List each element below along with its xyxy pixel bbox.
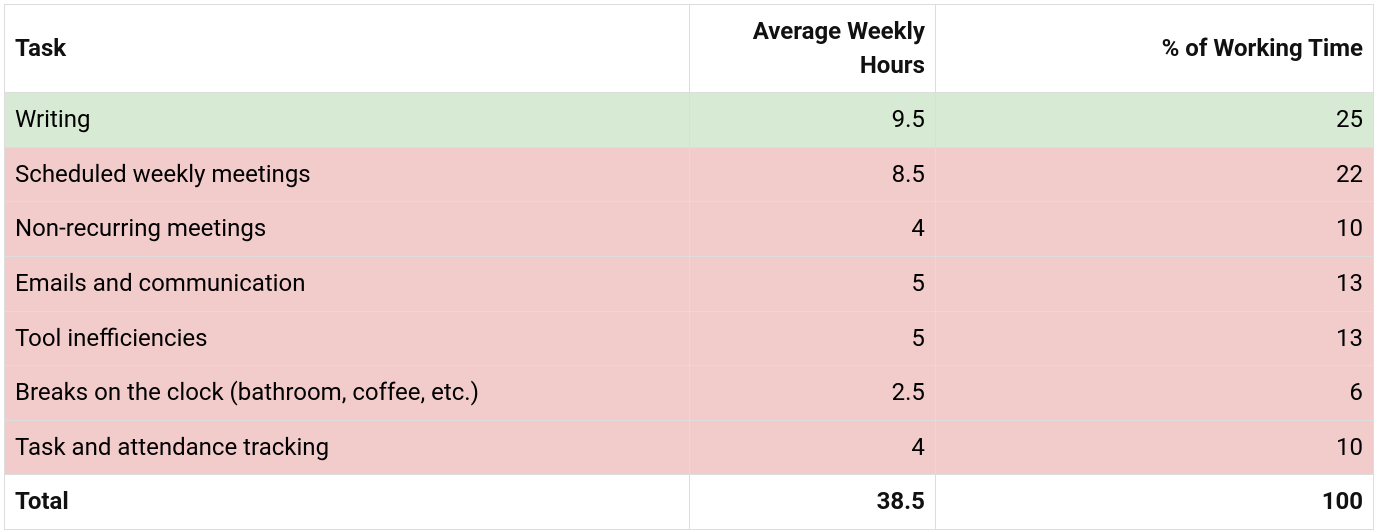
pct-cell: 22 xyxy=(935,147,1373,202)
col-header-task: Task xyxy=(5,5,690,93)
pct-cell: 6 xyxy=(935,366,1373,421)
pct-cell: 13 xyxy=(935,311,1373,366)
total-hours: 38.5 xyxy=(689,475,935,530)
pct-cell: 10 xyxy=(935,202,1373,257)
table-row: Breaks on the clock (bathroom, coffee, e… xyxy=(5,366,1374,421)
total-pct: 100 xyxy=(935,475,1373,530)
table-row: Non-recurring meetings410 xyxy=(5,202,1374,257)
hours-cell: 8.5 xyxy=(689,147,935,202)
hours-cell: 5 xyxy=(689,256,935,311)
task-cell: Tool inefficiencies xyxy=(5,311,690,366)
task-cell: Writing xyxy=(5,93,690,148)
table-row: Task and attendance tracking410 xyxy=(5,420,1374,475)
task-cell: Task and attendance tracking xyxy=(5,420,690,475)
hours-cell: 5 xyxy=(689,311,935,366)
table-row: Writing9.525 xyxy=(5,93,1374,148)
table-total-row: Total 38.5 100 xyxy=(5,475,1374,530)
hours-cell: 4 xyxy=(689,420,935,475)
table-row: Emails and communication513 xyxy=(5,256,1374,311)
task-cell: Emails and communication xyxy=(5,256,690,311)
table-header-row: Task Average Weekly Hours % of Working T… xyxy=(5,5,1374,93)
pct-cell: 25 xyxy=(935,93,1373,148)
table-row: Scheduled weekly meetings8.522 xyxy=(5,147,1374,202)
col-header-hours: Average Weekly Hours xyxy=(689,5,935,93)
hours-cell: 2.5 xyxy=(689,366,935,421)
table-row: Tool inefficiencies513 xyxy=(5,311,1374,366)
hours-cell: 4 xyxy=(689,202,935,257)
col-header-pct: % of Working Time xyxy=(935,5,1373,93)
task-cell: Non-recurring meetings xyxy=(5,202,690,257)
pct-cell: 13 xyxy=(935,256,1373,311)
total-label: Total xyxy=(5,475,690,530)
task-cell: Breaks on the clock (bathroom, coffee, e… xyxy=(5,366,690,421)
time-breakdown-table: Task Average Weekly Hours % of Working T… xyxy=(4,4,1374,530)
hours-cell: 9.5 xyxy=(689,93,935,148)
task-cell: Scheduled weekly meetings xyxy=(5,147,690,202)
pct-cell: 10 xyxy=(935,420,1373,475)
